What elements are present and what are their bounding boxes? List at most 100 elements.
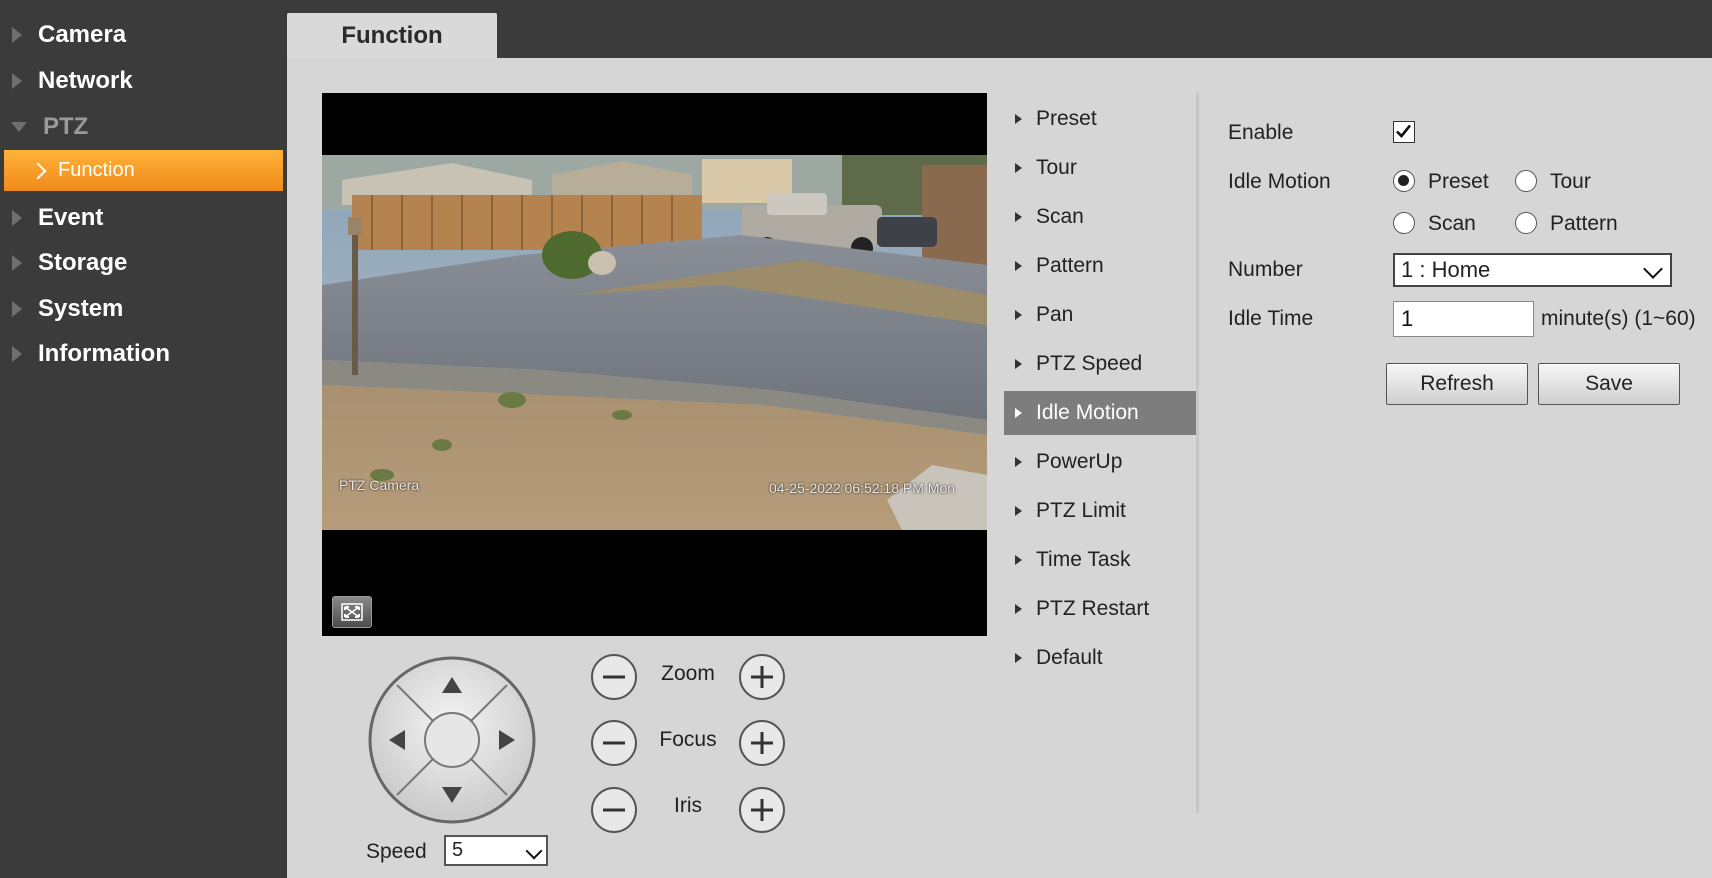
radio-pattern-label: Pattern	[1550, 212, 1618, 235]
ptz-direction-pad[interactable]	[367, 655, 537, 825]
plus-icon	[739, 720, 785, 766]
timestamp-overlay: 04-25-2022 06:52:18 PM Mon	[769, 480, 956, 496]
menu-item-label: Idle Motion	[1036, 401, 1139, 424]
triangle-right-icon	[1015, 604, 1022, 614]
sidebar-item-information[interactable]: Information	[0, 333, 284, 374]
speed-value: 5	[452, 839, 464, 861]
menu-item-label: PowerUp	[1036, 450, 1123, 473]
sidebar-subitem-function[interactable]: Function	[4, 150, 283, 191]
radio-scan-label: Scan	[1428, 212, 1476, 235]
menu-item-time-task[interactable]: Time Task	[1004, 538, 1196, 582]
enable-label: Enable	[1228, 121, 1294, 144]
radio-tour[interactable]	[1515, 170, 1537, 192]
chevron-down-icon	[1643, 259, 1663, 279]
triangle-right-icon	[1015, 506, 1022, 516]
menu-item-ptz-limit[interactable]: PTZ Limit	[1004, 489, 1196, 533]
chevron-right-icon	[29, 162, 47, 179]
radio-preset-label: Preset	[1428, 170, 1489, 193]
speed-label: Speed	[366, 840, 427, 863]
number-value: 1 : Home	[1401, 257, 1491, 282]
menu-divider	[1196, 93, 1199, 813]
sidebar-item-label: PTZ	[43, 112, 89, 140]
menu-item-pan[interactable]: Pan	[1004, 293, 1196, 337]
triangle-right-icon	[1015, 359, 1022, 369]
fullscreen-button[interactable]	[332, 596, 372, 628]
idle-time-label: Idle Time	[1228, 307, 1314, 330]
tab-bar	[287, 0, 1712, 58]
sidebar-item-storage[interactable]: Storage	[0, 242, 284, 283]
menu-item-default[interactable]: Default	[1004, 636, 1196, 680]
zoom-in-button[interactable]	[738, 653, 786, 701]
save-button[interactable]: Save	[1538, 363, 1680, 405]
menu-item-idle-motion[interactable]: Idle Motion	[1004, 391, 1196, 435]
enable-checkbox[interactable]	[1393, 121, 1415, 143]
focus-label: Focus	[659, 728, 717, 751]
tab-function[interactable]: Function	[287, 13, 497, 58]
triangle-right-icon	[1015, 408, 1022, 418]
expand-arrow-icon	[12, 254, 22, 271]
radio-preset[interactable]	[1393, 170, 1415, 192]
radio-tour-label: Tour	[1550, 170, 1591, 193]
minus-icon	[591, 787, 637, 833]
sidebar-item-system[interactable]: System	[0, 288, 284, 329]
triangle-right-icon	[1015, 653, 1022, 663]
menu-item-label: Scan	[1036, 205, 1084, 228]
menu-item-label: Pan	[1036, 303, 1074, 326]
focus-minus-button[interactable]	[590, 719, 638, 767]
sidebar-item-camera[interactable]: Camera	[0, 14, 284, 55]
radio-scan[interactable]	[1393, 212, 1415, 234]
idle-time-input[interactable]	[1393, 301, 1534, 337]
menu-item-label: PTZ Limit	[1036, 499, 1126, 522]
sidebar-item-network[interactable]: Network	[0, 60, 284, 101]
sidebar-item-label: Information	[38, 339, 170, 367]
sidebar-item-label: Network	[38, 66, 133, 94]
number-label: Number	[1228, 258, 1303, 281]
checkmark-icon	[1396, 124, 1412, 138]
iris-plus-button[interactable]	[738, 786, 786, 834]
sidebar: Camera Network PTZ Function Event Storag…	[0, 0, 287, 878]
menu-item-label: PTZ Speed	[1036, 352, 1143, 375]
iris-label: Iris	[674, 794, 702, 817]
menu-item-pattern[interactable]: Pattern	[1004, 244, 1196, 288]
plus-icon	[739, 787, 785, 833]
menu-item-ptz-restart[interactable]: PTZ Restart	[1004, 587, 1196, 631]
menu-item-scan[interactable]: Scan	[1004, 195, 1196, 239]
triangle-right-icon	[1015, 163, 1022, 173]
menu-item-label: Tour	[1036, 156, 1077, 179]
menu-item-ptz-speed[interactable]: PTZ Speed	[1004, 342, 1196, 386]
sidebar-item-event[interactable]: Event	[0, 197, 284, 238]
live-video-feed: PTZ Camera 04-25-2022 06:52:18 PM Mon	[322, 155, 987, 530]
zoom-out-button[interactable]	[590, 653, 638, 701]
sidebar-subitem-label: Function	[58, 159, 135, 181]
triangle-right-icon	[1015, 261, 1022, 271]
refresh-button[interactable]: Refresh	[1386, 363, 1528, 405]
focus-plus-button[interactable]	[738, 719, 786, 767]
menu-item-tour[interactable]: Tour	[1004, 146, 1196, 190]
menu-item-label: PTZ Restart	[1036, 597, 1150, 620]
minus-icon	[591, 654, 637, 700]
menu-item-powerup[interactable]: PowerUp	[1004, 440, 1196, 484]
sidebar-item-label: Event	[38, 203, 104, 231]
chevron-down-icon	[525, 842, 543, 860]
speed-select[interactable]: 5	[444, 835, 548, 866]
triangle-right-icon	[1015, 310, 1022, 320]
triangle-right-icon	[1015, 212, 1022, 222]
camera-name-overlay: PTZ Camera	[339, 477, 420, 493]
expand-arrow-icon	[12, 26, 22, 43]
menu-item-label: Default	[1036, 646, 1103, 669]
collapse-arrow-icon	[11, 121, 27, 132]
expand-arrow-icon	[12, 300, 22, 317]
number-select[interactable]: 1 : Home	[1393, 253, 1672, 287]
menu-item-preset[interactable]: Preset	[1004, 97, 1196, 141]
sidebar-item-label: Camera	[38, 20, 127, 48]
sidebar-item-ptz[interactable]: PTZ	[0, 106, 284, 147]
radio-pattern[interactable]	[1515, 212, 1537, 234]
menu-item-label: Preset	[1036, 107, 1097, 130]
triangle-right-icon	[1015, 457, 1022, 467]
zoom-label: Zoom	[661, 662, 715, 685]
minus-icon	[591, 720, 637, 766]
iris-minus-button[interactable]	[590, 786, 638, 834]
menu-item-label: Time Task	[1036, 548, 1131, 571]
sidebar-item-label: Storage	[38, 248, 128, 276]
fullscreen-icon	[341, 603, 363, 621]
